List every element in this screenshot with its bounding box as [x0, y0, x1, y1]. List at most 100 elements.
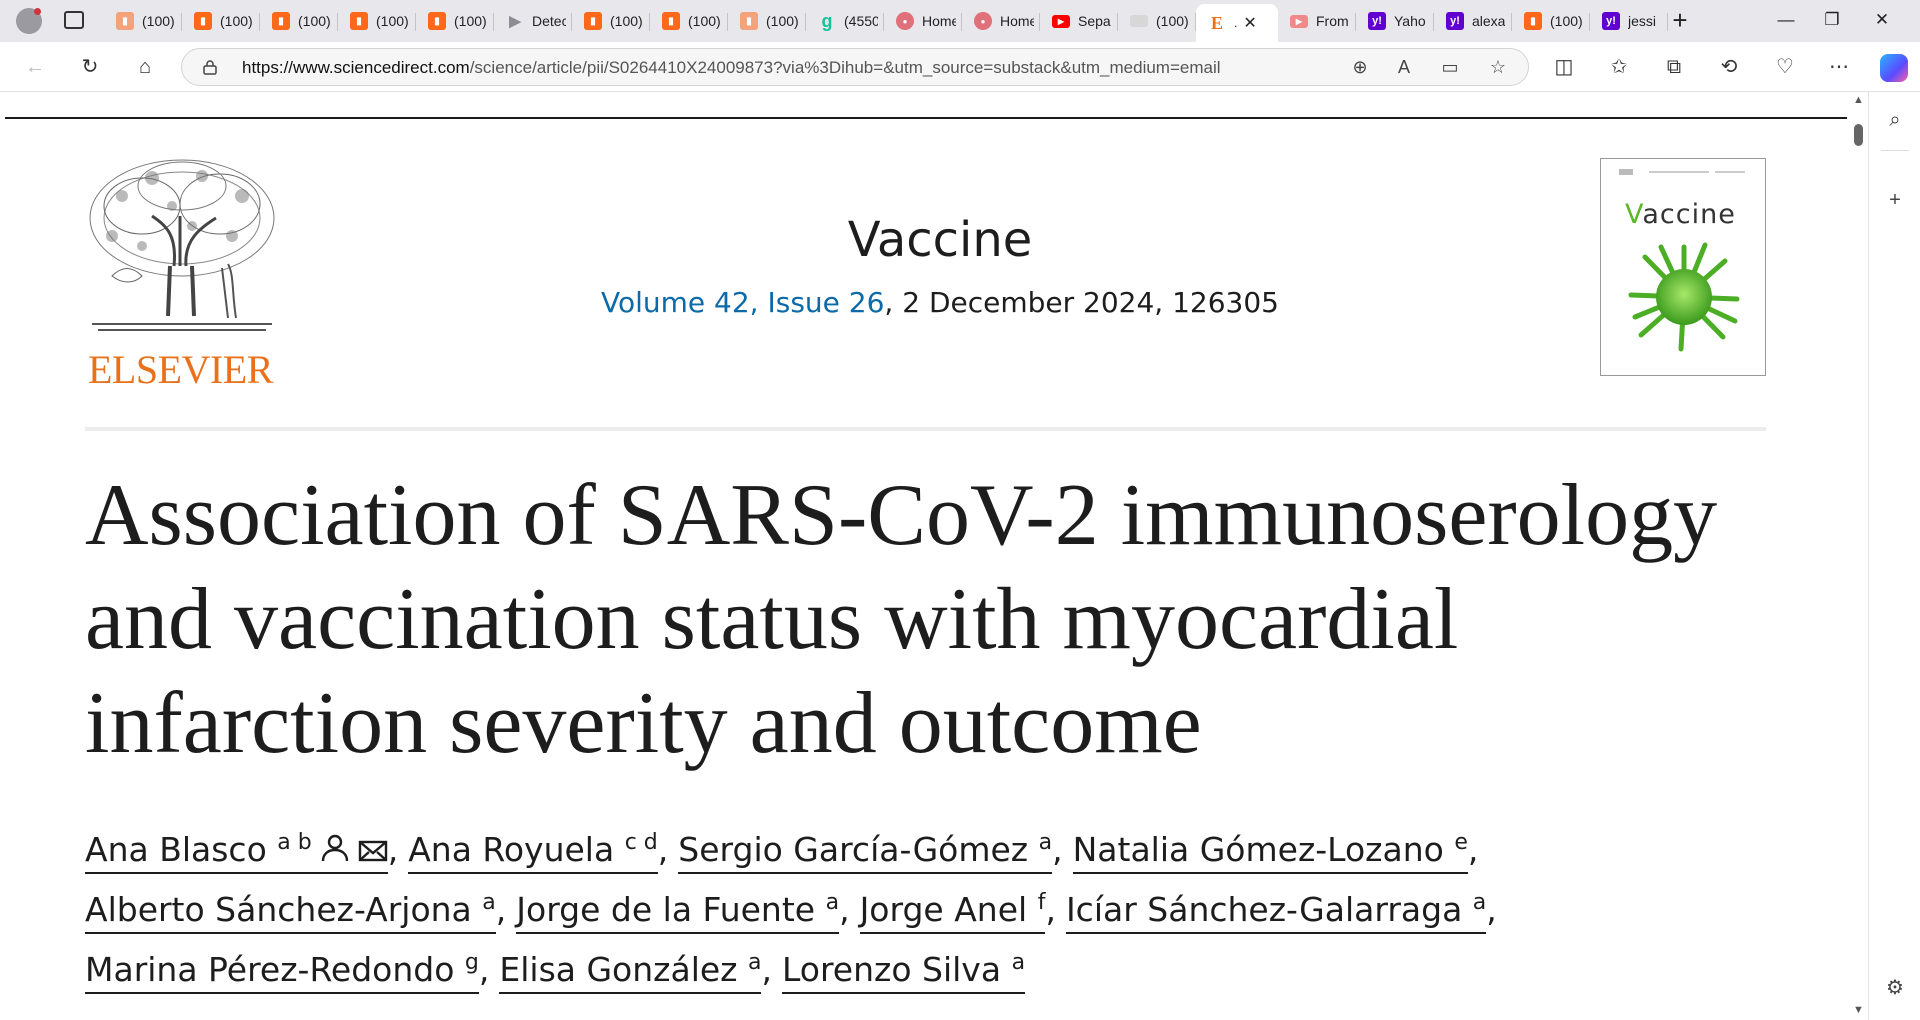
- author-link[interactable]: Marina Pérez-Redondo g: [85, 950, 479, 994]
- tab-4[interactable]: ▮ (100): [416, 4, 494, 38]
- tab-title: (100): [766, 13, 799, 29]
- author-separator: ,: [1045, 890, 1056, 929]
- tab-6[interactable]: ▮ (100): [572, 4, 650, 38]
- collections-icon[interactable]: ⧉: [1661, 54, 1687, 80]
- author-link[interactable]: Lorenzo Silva a: [781, 950, 1026, 994]
- author-link[interactable]: Alberto Sánchez-Arjona a: [85, 890, 496, 934]
- tab-14[interactable]: E. ✕: [1196, 4, 1278, 42]
- tab-title: (100): [688, 13, 721, 29]
- tab-actions-icon[interactable]: [64, 11, 84, 29]
- read-aloud-icon[interactable]: A: [1392, 55, 1416, 79]
- author-link[interactable]: Elisa González a: [499, 950, 762, 994]
- tab-17[interactable]: y! alexa: [1434, 4, 1512, 38]
- minimize-icon[interactable]: —: [1776, 10, 1796, 30]
- copilot-icon[interactable]: [1880, 54, 1908, 82]
- url-text[interactable]: https://www.sciencedirect.com/science/ar…: [242, 58, 1221, 78]
- search-icon[interactable]: ⌕: [1883, 108, 1907, 132]
- substack-icon: ▮: [584, 12, 602, 30]
- author-link[interactable]: Jorge de la Fuente a: [516, 890, 840, 934]
- more-menu-icon[interactable]: ⋯: [1826, 54, 1852, 80]
- scroll-thumb[interactable]: [1854, 124, 1863, 146]
- tab-1[interactable]: ▮ (100): [182, 4, 260, 38]
- immersive-reader-icon[interactable]: ▭: [1438, 55, 1462, 79]
- author-link[interactable]: Natalia Gómez-Lozano e: [1072, 830, 1468, 874]
- tab-11[interactable]: ● Home: [962, 4, 1040, 38]
- tab-title: (100): [1550, 13, 1583, 29]
- url-path: /science/article/pii/S0264410X24009873?v…: [469, 58, 1221, 77]
- author-affiliation: c d: [624, 830, 658, 855]
- author-affiliation: g: [464, 950, 479, 975]
- tab-19[interactable]: y! jessi: [1590, 4, 1668, 38]
- substack-icon: ▮: [740, 12, 758, 30]
- zoom-icon[interactable]: ⊕: [1348, 55, 1372, 79]
- address-bar[interactable]: https://www.sciencedirect.com/science/ar…: [181, 48, 1529, 86]
- new-tab-button[interactable]: +: [1666, 6, 1694, 34]
- tab-title: Yaho: [1394, 13, 1426, 29]
- author-separator: ,: [761, 950, 772, 989]
- sidebar-divider: [1881, 150, 1909, 151]
- sidebar-settings-icon[interactable]: ⚙: [1883, 976, 1907, 1000]
- add-sidebar-app-icon[interactable]: +: [1883, 188, 1907, 212]
- issue-link[interactable]: Volume 42, Issue 26: [601, 286, 884, 319]
- blank-page-icon: [1130, 15, 1148, 27]
- author-name: Alberto Sánchez-Arjona: [85, 890, 472, 929]
- journal-cover[interactable]: Vaccine: [1600, 158, 1766, 376]
- tab-title: Sepa: [1078, 13, 1111, 29]
- tab-8[interactable]: ▮ (100): [728, 4, 806, 38]
- author-link[interactable]: Ana Royuela c d: [408, 830, 658, 874]
- back-icon[interactable]: ←: [22, 54, 48, 80]
- refresh-icon[interactable]: ↻: [77, 54, 103, 80]
- history-icon[interactable]: ⟲: [1716, 54, 1742, 80]
- page-scrollbar[interactable]: ▲ ▼: [1849, 92, 1868, 1020]
- elsevier-logo[interactable]: ELSEVIER: [82, 156, 282, 392]
- virus-image-icon: [1628, 242, 1740, 352]
- author-affiliation: a: [482, 890, 496, 915]
- tab-2[interactable]: ▮ (100): [260, 4, 338, 38]
- journal-name[interactable]: Vaccine: [560, 212, 1320, 268]
- restore-icon[interactable]: ❐: [1822, 10, 1842, 30]
- close-window-icon[interactable]: ✕: [1872, 10, 1892, 30]
- author-name: Sergio García-Gómez: [678, 830, 1029, 869]
- tab-18[interactable]: ▮ (100): [1512, 4, 1590, 38]
- author-affiliation: a: [1038, 830, 1053, 855]
- issue-date: , 2 December 2024, 126305: [884, 286, 1279, 319]
- tab-title-ellipsis: .: [1234, 16, 1238, 30]
- tab-13[interactable]: (100): [1118, 4, 1196, 38]
- tab-title: (100): [610, 13, 643, 29]
- home-icon[interactable]: ⌂: [132, 54, 158, 80]
- tab-0[interactable]: ▮ (100): [104, 4, 182, 38]
- author-link[interactable]: Icíar Sánchez-Galarraga a: [1065, 890, 1487, 934]
- tab-9[interactable]: g (4550: [806, 4, 884, 38]
- article-page: ELSEVIER Vaccine Volume 42, Issue 26, 2 …: [0, 92, 1849, 1020]
- browser-essentials-icon[interactable]: ♡: [1772, 54, 1798, 80]
- author-name: Icíar Sánchez-Galarraga: [1065, 890, 1463, 929]
- tab-title: (100): [1156, 13, 1189, 29]
- substack-icon: ▮: [662, 12, 680, 30]
- home-site-icon: ●: [896, 12, 914, 30]
- favorites-icon[interactable]: ✩: [1606, 54, 1632, 80]
- substack-icon: ▮: [1524, 12, 1542, 30]
- lock-icon[interactable]: [202, 59, 218, 75]
- tab-7[interactable]: ▮ (100): [650, 4, 728, 38]
- scroll-down-icon[interactable]: ▼: [1853, 1004, 1864, 1016]
- tab-15[interactable]: ▶ From: [1278, 4, 1356, 38]
- substack-icon: ▮: [350, 12, 368, 30]
- profile-avatar[interactable]: [16, 8, 42, 34]
- tab-10[interactable]: ● Home: [884, 4, 962, 38]
- favorite-star-icon[interactable]: ☆: [1486, 55, 1510, 79]
- author-affiliation: e: [1454, 830, 1468, 855]
- tab-16[interactable]: y! Yaho: [1356, 4, 1434, 38]
- author-name: Natalia Gómez-Lozano: [1072, 830, 1444, 869]
- tab-title: jessi: [1628, 13, 1657, 29]
- scroll-up-icon[interactable]: ▲: [1853, 94, 1864, 106]
- tab-12[interactable]: ▶ Sepa: [1040, 4, 1118, 38]
- tab-title: From: [1316, 13, 1349, 29]
- author-affiliation: a: [1011, 950, 1026, 975]
- split-screen-icon[interactable]: ◫: [1551, 54, 1577, 80]
- author-link[interactable]: Ana Blasco a b: [85, 830, 388, 874]
- tab-5[interactable]: ▶ Detec: [494, 4, 572, 38]
- tab-3[interactable]: ▮ (100): [338, 4, 416, 38]
- close-tab-icon[interactable]: ✕: [1243, 13, 1256, 33]
- author-link[interactable]: Jorge Anel f: [859, 890, 1046, 934]
- author-link[interactable]: Sergio García-Gómez a: [678, 830, 1053, 874]
